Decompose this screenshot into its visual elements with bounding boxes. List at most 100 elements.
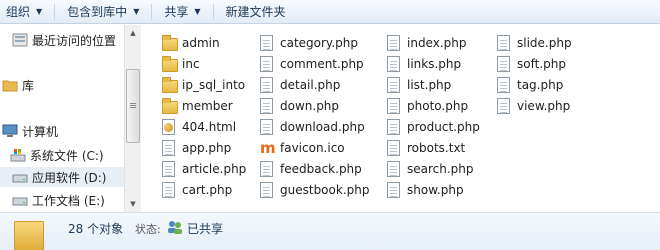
scroll-down-arrow-icon[interactable]: ▼	[125, 196, 141, 212]
folder-icon	[14, 221, 44, 250]
document-icon	[162, 182, 175, 198]
file-item[interactable]: view.php	[497, 96, 570, 116]
file-name: member	[182, 99, 233, 113]
nav-item-label: 计算机	[22, 124, 59, 139]
document-icon	[387, 77, 400, 93]
folder-item[interactable]: member	[162, 96, 233, 116]
folder-item[interactable]: admin	[162, 33, 220, 53]
file-item[interactable]: category.php	[260, 33, 358, 53]
file-item[interactable]: article.php	[162, 159, 246, 179]
file-item[interactable]: feedback.php	[260, 159, 362, 179]
file-name: list.php	[407, 78, 452, 92]
nav-item-recent[interactable]: 最近访问的位置	[12, 30, 116, 50]
file-item[interactable]: robots.txt	[387, 138, 465, 158]
file-item[interactable]: tag.php	[497, 75, 563, 95]
document-icon	[260, 56, 273, 72]
organize-button[interactable]: 组织 ▼	[0, 1, 48, 23]
nav-item-library[interactable]: 库	[2, 75, 34, 95]
file-item[interactable]: detail.php	[260, 75, 340, 95]
file-name: 404.html	[182, 120, 237, 134]
file-item[interactable]: cart.php	[162, 180, 232, 200]
drive-icon	[12, 174, 28, 183]
html-file-icon	[162, 119, 175, 135]
file-item[interactable]: app.php	[162, 138, 231, 158]
file-name: category.php	[280, 36, 358, 50]
nav-item-computer[interactable]: 计算机	[2, 121, 58, 141]
file-name: product.php	[407, 120, 480, 134]
file-item[interactable]: guestbook.php	[260, 180, 369, 200]
share-state-value: 已共享	[187, 222, 224, 236]
share-label: 共享	[164, 5, 189, 19]
navigation-scrollbar[interactable]: ▲ ▼	[124, 25, 141, 212]
file-item[interactable]: 404.html	[162, 117, 236, 137]
file-item[interactable]: comment.php	[260, 54, 364, 74]
folder-icon	[162, 34, 178, 51]
folder-item[interactable]: inc	[162, 54, 200, 74]
file-item[interactable]: soft.php	[497, 54, 566, 74]
nav-item-label: 系统文件 (C:)	[30, 148, 104, 163]
share-button[interactable]: 共享 ▼	[158, 1, 206, 23]
scroll-up-arrow-icon[interactable]: ▲	[125, 25, 141, 41]
file-item[interactable]: product.php	[387, 117, 480, 137]
file-item[interactable]: search.php	[387, 159, 474, 179]
document-icon	[387, 161, 400, 177]
file-item[interactable]: down.php	[260, 96, 339, 116]
document-icon	[260, 77, 273, 93]
file-name: links.php	[407, 57, 462, 71]
file-name: detail.php	[280, 78, 341, 92]
include-in-library-button[interactable]: 包含到库中 ▼	[61, 1, 145, 23]
nav-item-drive-c[interactable]: 系统文件 (C:)	[10, 145, 104, 165]
document-icon	[497, 56, 510, 72]
details-pane: 28 个对象 状态: 已共享	[0, 212, 660, 250]
new-folder-button[interactable]: 新建文件夹	[220, 1, 292, 23]
nav-item-drive-e[interactable]: 工作文档 (E:)	[12, 190, 105, 210]
file-name: guestbook.php	[280, 183, 370, 197]
state-label: 状态:	[135, 223, 161, 236]
file-item[interactable]: download.php	[260, 117, 365, 137]
file-name: ip_sql_into	[182, 78, 246, 92]
document-icon	[387, 182, 400, 198]
file-name: comment.php	[280, 57, 364, 71]
file-item[interactable]: m favicon.ico	[260, 138, 345, 158]
command-bar: 组织 ▼ 包含到库中 ▼ 共享 ▼ 新建文件夹	[0, 0, 660, 24]
file-item[interactable]: list.php	[387, 75, 451, 95]
new-folder-label: 新建文件夹	[225, 5, 286, 19]
file-name: admin	[182, 36, 220, 50]
file-item[interactable]: slide.php	[497, 33, 572, 53]
file-name: tag.php	[517, 78, 564, 92]
nav-item-label: 库	[22, 78, 35, 93]
file-item[interactable]: show.php	[387, 180, 464, 200]
file-item[interactable]: links.php	[387, 54, 461, 74]
system-drive-icon	[10, 149, 26, 162]
file-name: slide.php	[517, 36, 572, 50]
scrollbar-thumb[interactable]	[126, 69, 140, 143]
file-name: feedback.php	[280, 162, 362, 176]
library-icon	[2, 80, 18, 92]
nav-item-label: 应用软件 (D:)	[32, 170, 107, 185]
file-name: app.php	[182, 141, 232, 155]
file-item[interactable]: index.php	[387, 33, 466, 53]
file-item[interactable]: photo.php	[387, 96, 468, 116]
document-icon	[260, 119, 273, 135]
document-icon	[387, 140, 400, 156]
file-name: index.php	[407, 36, 467, 50]
nav-item-drive-d[interactable]: 应用软件 (D:)	[0, 167, 124, 187]
folder-item[interactable]: ip_sql_into	[162, 75, 245, 95]
file-name: cart.php	[182, 183, 233, 197]
file-list: admin inc ip_sql_intomember 404.html app.php…	[142, 25, 660, 212]
file-name: soft.php	[517, 57, 566, 71]
document-icon	[387, 119, 400, 135]
document-icon	[497, 98, 510, 114]
document-icon	[387, 35, 400, 51]
toolbar-divider	[212, 3, 214, 20]
folder-icon	[162, 76, 178, 93]
nav-item-label: 最近访问的位置	[32, 33, 117, 48]
drive-icon	[12, 197, 28, 206]
folder-icon	[162, 97, 178, 114]
file-name: show.php	[407, 183, 464, 197]
file-name: view.php	[517, 99, 571, 113]
document-icon	[162, 140, 175, 156]
computer-icon	[2, 124, 18, 137]
shared-users-icon	[168, 221, 182, 234]
document-icon	[162, 161, 175, 177]
